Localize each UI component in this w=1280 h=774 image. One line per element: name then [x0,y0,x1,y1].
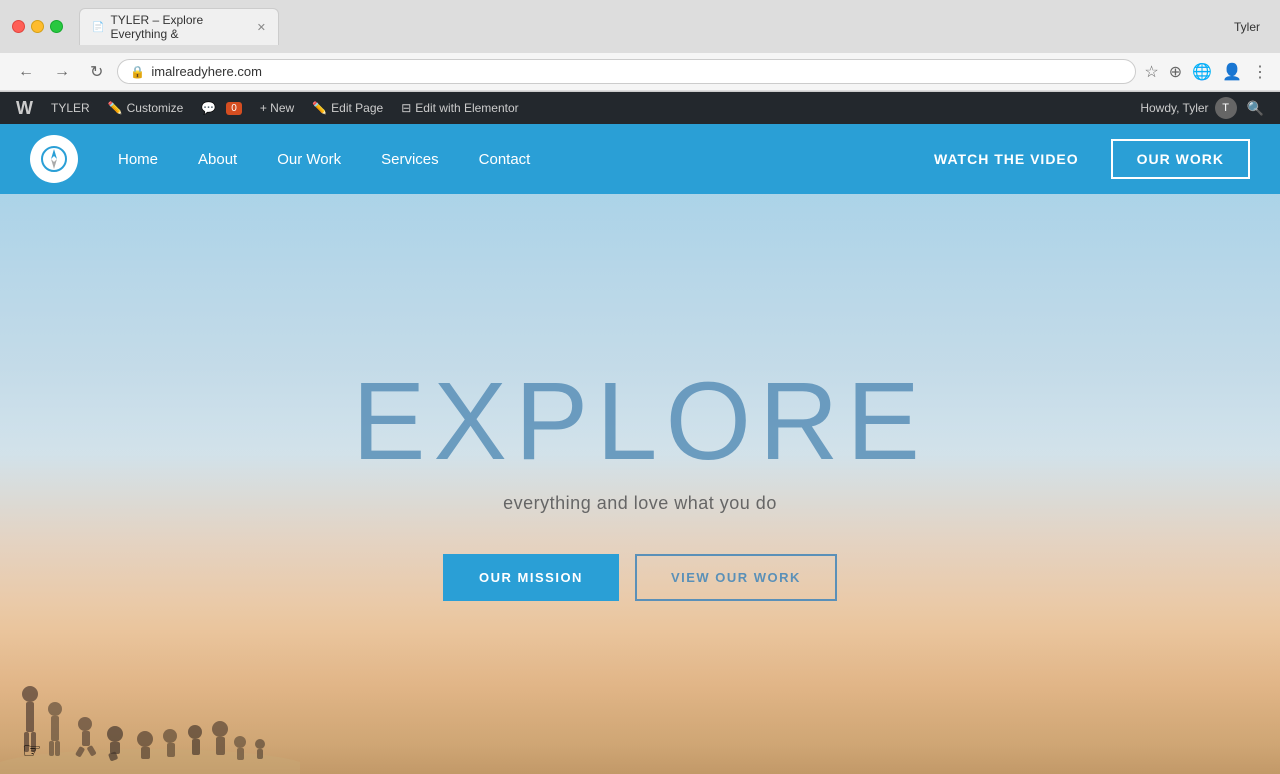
browser-chrome: 📄 TYLER – Explore Everything & ✕ Tyler ←… [0,0,1280,92]
nav-about[interactable]: About [178,124,257,194]
bookmark-icon[interactable]: ☆ [1144,62,1158,82]
traffic-lights [12,20,63,33]
header-right: WATCH THE VIDEO OUR WORK [918,139,1250,179]
url-bar[interactable]: 🔒 imalreadyhere.com [117,59,1136,84]
wp-comments-button[interactable]: 💬 0 [193,92,250,124]
chrome-icon: 🌐 [1192,62,1212,82]
comments-badge: 0 [226,102,242,115]
tab-favicon: 📄 [92,22,104,33]
nav-home[interactable]: Home [98,124,178,194]
people-silhouettes [0,604,300,774]
hero-title: EXPLORE [352,367,928,477]
hero-content: EXPLORE everything and love what you do … [352,367,928,601]
wp-new-button[interactable]: + New [252,92,302,124]
back-button[interactable]: ← [12,61,40,83]
edit-page-icon: ✏️ [312,101,327,115]
watch-video-button[interactable]: WATCH THE VIDEO [918,143,1095,175]
zoom-icon[interactable]: ⊕ [1169,62,1182,82]
wp-site-label: TYLER [51,101,90,115]
wp-edit-elementor-button[interactable]: ⊟ Edit with Elementor [393,92,526,124]
tab-close-button[interactable]: ✕ [257,21,266,34]
browser-tab[interactable]: 📄 TYLER – Explore Everything & ✕ [79,8,279,45]
wp-howdy[interactable]: Howdy, Tyler T [1140,97,1236,119]
wp-edit-page-button[interactable]: ✏️ Edit Page [304,92,391,124]
cursor: ☞ [22,738,42,764]
title-bar: 📄 TYLER – Explore Everything & ✕ Tyler [0,0,1280,53]
fullscreen-button[interactable] [50,20,63,33]
customize-icon: ✏️ [108,101,123,115]
edit-page-label: Edit Page [331,101,383,115]
comments-icon: 💬 [201,101,216,115]
site-logo[interactable] [30,135,78,183]
nav-icons: ☆ ⊕ 🌐 👤 ⋮ [1144,62,1268,82]
elementor-label: Edit with Elementor [415,101,518,115]
wp-site-name[interactable]: TYLER [43,92,98,124]
nav-contact[interactable]: Contact [459,124,551,194]
hero-buttons: OUR MISSION VIEW OUR WORK [352,554,928,601]
site-header: Home About Our Work Services Contact WAT… [0,124,1280,194]
header-our-work-button[interactable]: OUR WORK [1111,139,1250,179]
our-mission-button[interactable]: OUR MISSION [443,554,619,601]
customize-label: Customize [127,101,184,115]
elementor-icon: ⊟ [401,101,411,115]
new-label: + New [260,101,294,115]
url-text: imalreadyhere.com [151,64,1123,79]
tab-title: TYLER – Explore Everything & [110,13,246,41]
nav-services[interactable]: Services [361,124,459,194]
wp-logo-button[interactable]: W [8,92,41,124]
nav-our-work[interactable]: Our Work [257,124,361,194]
wp-customize-button[interactable]: ✏️ Customize [100,92,192,124]
wp-search-icon[interactable]: 🔍 [1239,100,1272,117]
minimize-button[interactable] [31,20,44,33]
menu-icon[interactable]: ⋮ [1252,62,1268,82]
refresh-button[interactable]: ↻ [84,60,109,84]
tab-bar: 📄 TYLER – Explore Everything & ✕ [79,8,279,45]
view-our-work-button[interactable]: VIEW OUR WORK [635,554,837,601]
browser-user-label: Tyler [1234,20,1268,34]
howdy-text: Howdy, Tyler [1140,101,1208,115]
forward-button[interactable]: → [48,61,76,83]
hero-subtitle: everything and love what you do [352,493,928,514]
compass-icon [40,145,68,173]
wp-logo-icon: W [16,98,33,119]
site-nav: Home About Our Work Services Contact [98,124,918,194]
close-button[interactable] [12,20,25,33]
wp-admin-bar: W TYLER ✏️ Customize 💬 0 + New ✏️ Edit P… [0,92,1280,124]
hero-section: EXPLORE everything and love what you do … [0,194,1280,774]
profile-icon[interactable]: 👤 [1222,62,1242,82]
lock-icon: 🔒 [130,65,145,79]
nav-bar: ← → ↻ 🔒 imalreadyhere.com ☆ ⊕ 🌐 👤 ⋮ [0,53,1280,91]
wp-avatar: T [1215,97,1237,119]
